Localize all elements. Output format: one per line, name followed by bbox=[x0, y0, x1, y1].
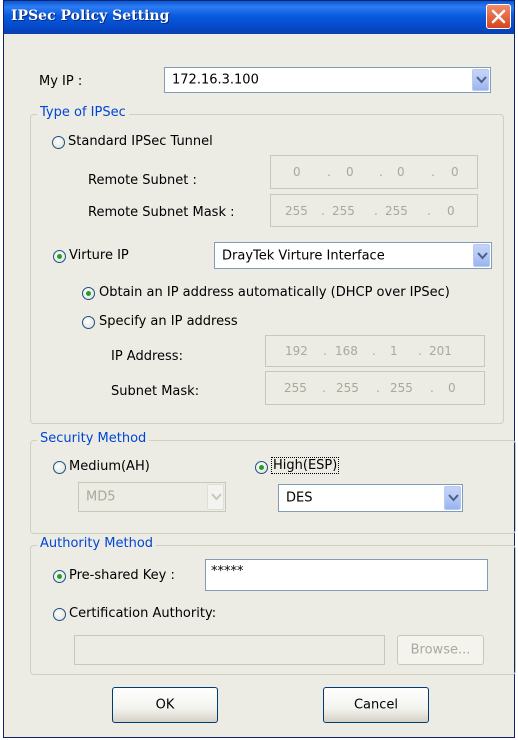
subnet-mask-octet-4: 0 bbox=[448, 381, 456, 395]
remote-subnet-octet-4: 0 bbox=[451, 165, 459, 179]
subnet-mask-octet-1: 255 bbox=[284, 381, 307, 395]
medium-ah-radio[interactable] bbox=[53, 461, 66, 474]
cancel-button[interactable]: Cancel bbox=[323, 687, 429, 723]
ip-address-octet-4: 201 bbox=[429, 344, 452, 358]
remote-mask-octet-4: 0 bbox=[447, 203, 455, 218]
high-algorithm-value: DES bbox=[286, 490, 313, 506]
close-icon bbox=[491, 9, 506, 24]
close-button[interactable] bbox=[486, 4, 511, 29]
my-ip-value: 172.16.3.100 bbox=[172, 72, 259, 88]
window-title: IPSec Policy Setting bbox=[11, 8, 170, 24]
subnet-mask-label: Subnet Mask: bbox=[111, 384, 200, 399]
authority-method-legend: Authority Method bbox=[37, 536, 157, 551]
title-bar[interactable]: IPSec Policy Setting bbox=[4, 1, 514, 34]
virtual-interface-select[interactable]: DrayTek Virture Interface bbox=[214, 242, 492, 269]
remote-subnet-field[interactable]: 0 . 0 . 0 . 0 bbox=[270, 155, 478, 189]
subnet-mask-octet-2: 255 bbox=[336, 381, 359, 395]
high-esp-label[interactable]: High(ESP) bbox=[270, 457, 340, 474]
ip-address-label: IP Address: bbox=[111, 349, 183, 364]
remote-mask-octet-3: 255 bbox=[385, 203, 408, 218]
pre-shared-key-value: ***** bbox=[211, 564, 244, 579]
specify-ip-label[interactable]: Specify an IP address bbox=[99, 314, 238, 329]
obtain-ip-auto-label[interactable]: Obtain an IP address automatically (DHCP… bbox=[99, 285, 450, 300]
cancel-button-label: Cancel bbox=[353, 697, 399, 713]
high-esp-radio[interactable] bbox=[255, 461, 268, 474]
chevron-down-icon bbox=[448, 494, 459, 502]
chevron-down-icon bbox=[476, 76, 487, 84]
security-method-legend: Security Method bbox=[37, 431, 150, 446]
medium-algorithm-dropdown-button[interactable] bbox=[207, 484, 224, 510]
dialog-window: IPSec Policy Setting My IP : 172.16.3.10… bbox=[3, 0, 516, 738]
ok-button-label: OK bbox=[155, 697, 175, 713]
virtual-interface-dropdown-button[interactable] bbox=[473, 244, 490, 267]
ok-button[interactable]: OK bbox=[112, 687, 218, 723]
subnet-mask-octet-3: 255 bbox=[390, 381, 413, 395]
medium-ah-label[interactable]: Medium(AH) bbox=[69, 459, 150, 474]
obtain-ip-auto-radio[interactable] bbox=[82, 287, 95, 300]
my-ip-select[interactable]: 172.16.3.100 bbox=[164, 67, 491, 93]
pre-shared-key-radio[interactable] bbox=[53, 570, 66, 583]
certification-authority-label[interactable]: Certification Authority: bbox=[69, 606, 216, 621]
certification-authority-radio[interactable] bbox=[53, 608, 66, 621]
my-ip-dropdown-button[interactable] bbox=[472, 69, 489, 91]
subnet-mask-field[interactable]: 255 . 255 . 255 . 0 bbox=[265, 371, 485, 405]
pre-shared-key-input[interactable]: ***** bbox=[205, 559, 488, 591]
remote-subnet-octet-2: 0 bbox=[346, 165, 354, 179]
virtual-interface-value: DrayTek Virture Interface bbox=[222, 248, 385, 263]
my-ip-label: My IP : bbox=[39, 74, 83, 89]
medium-algorithm-value: MD5 bbox=[86, 489, 116, 505]
standard-ipsec-radio[interactable] bbox=[52, 136, 65, 149]
chevron-down-icon bbox=[477, 251, 488, 259]
standard-ipsec-label[interactable]: Standard IPSec Tunnel bbox=[68, 134, 213, 149]
browse-button-label: Browse... bbox=[410, 642, 471, 658]
remote-subnet-label: Remote Subnet : bbox=[88, 173, 197, 188]
pre-shared-key-label[interactable]: Pre-shared Key : bbox=[69, 568, 175, 583]
remote-mask-octet-1: 255 bbox=[285, 203, 308, 218]
virtual-ip-label[interactable]: Virture IP bbox=[69, 248, 129, 263]
browse-button[interactable]: Browse... bbox=[397, 635, 484, 665]
ip-address-field[interactable]: 192 . 168 . 1 . 201 bbox=[265, 335, 485, 367]
remote-subnet-mask-field[interactable]: 255 . 255 . 255 . 0 bbox=[270, 194, 478, 227]
medium-algorithm-select[interactable]: MD5 bbox=[78, 482, 226, 512]
high-algorithm-select[interactable]: DES bbox=[278, 484, 463, 512]
ip-address-octet-1: 192 bbox=[285, 344, 308, 358]
remote-subnet-mask-label: Remote Subnet Mask : bbox=[88, 205, 235, 220]
virtual-ip-radio[interactable] bbox=[53, 250, 66, 263]
high-algorithm-dropdown-button[interactable] bbox=[444, 486, 461, 510]
remote-mask-octet-2: 255 bbox=[332, 203, 355, 218]
chevron-down-icon bbox=[211, 493, 222, 501]
ip-address-octet-3: 1 bbox=[390, 344, 398, 358]
remote-subnet-octet-3: 0 bbox=[397, 165, 405, 179]
ip-address-octet-2: 168 bbox=[335, 344, 358, 358]
remote-subnet-octet-1: 0 bbox=[293, 165, 301, 179]
type-of-ipsec-legend: Type of IPSec bbox=[37, 105, 129, 120]
specify-ip-radio[interactable] bbox=[82, 316, 95, 329]
certificate-path-input[interactable] bbox=[74, 635, 385, 665]
